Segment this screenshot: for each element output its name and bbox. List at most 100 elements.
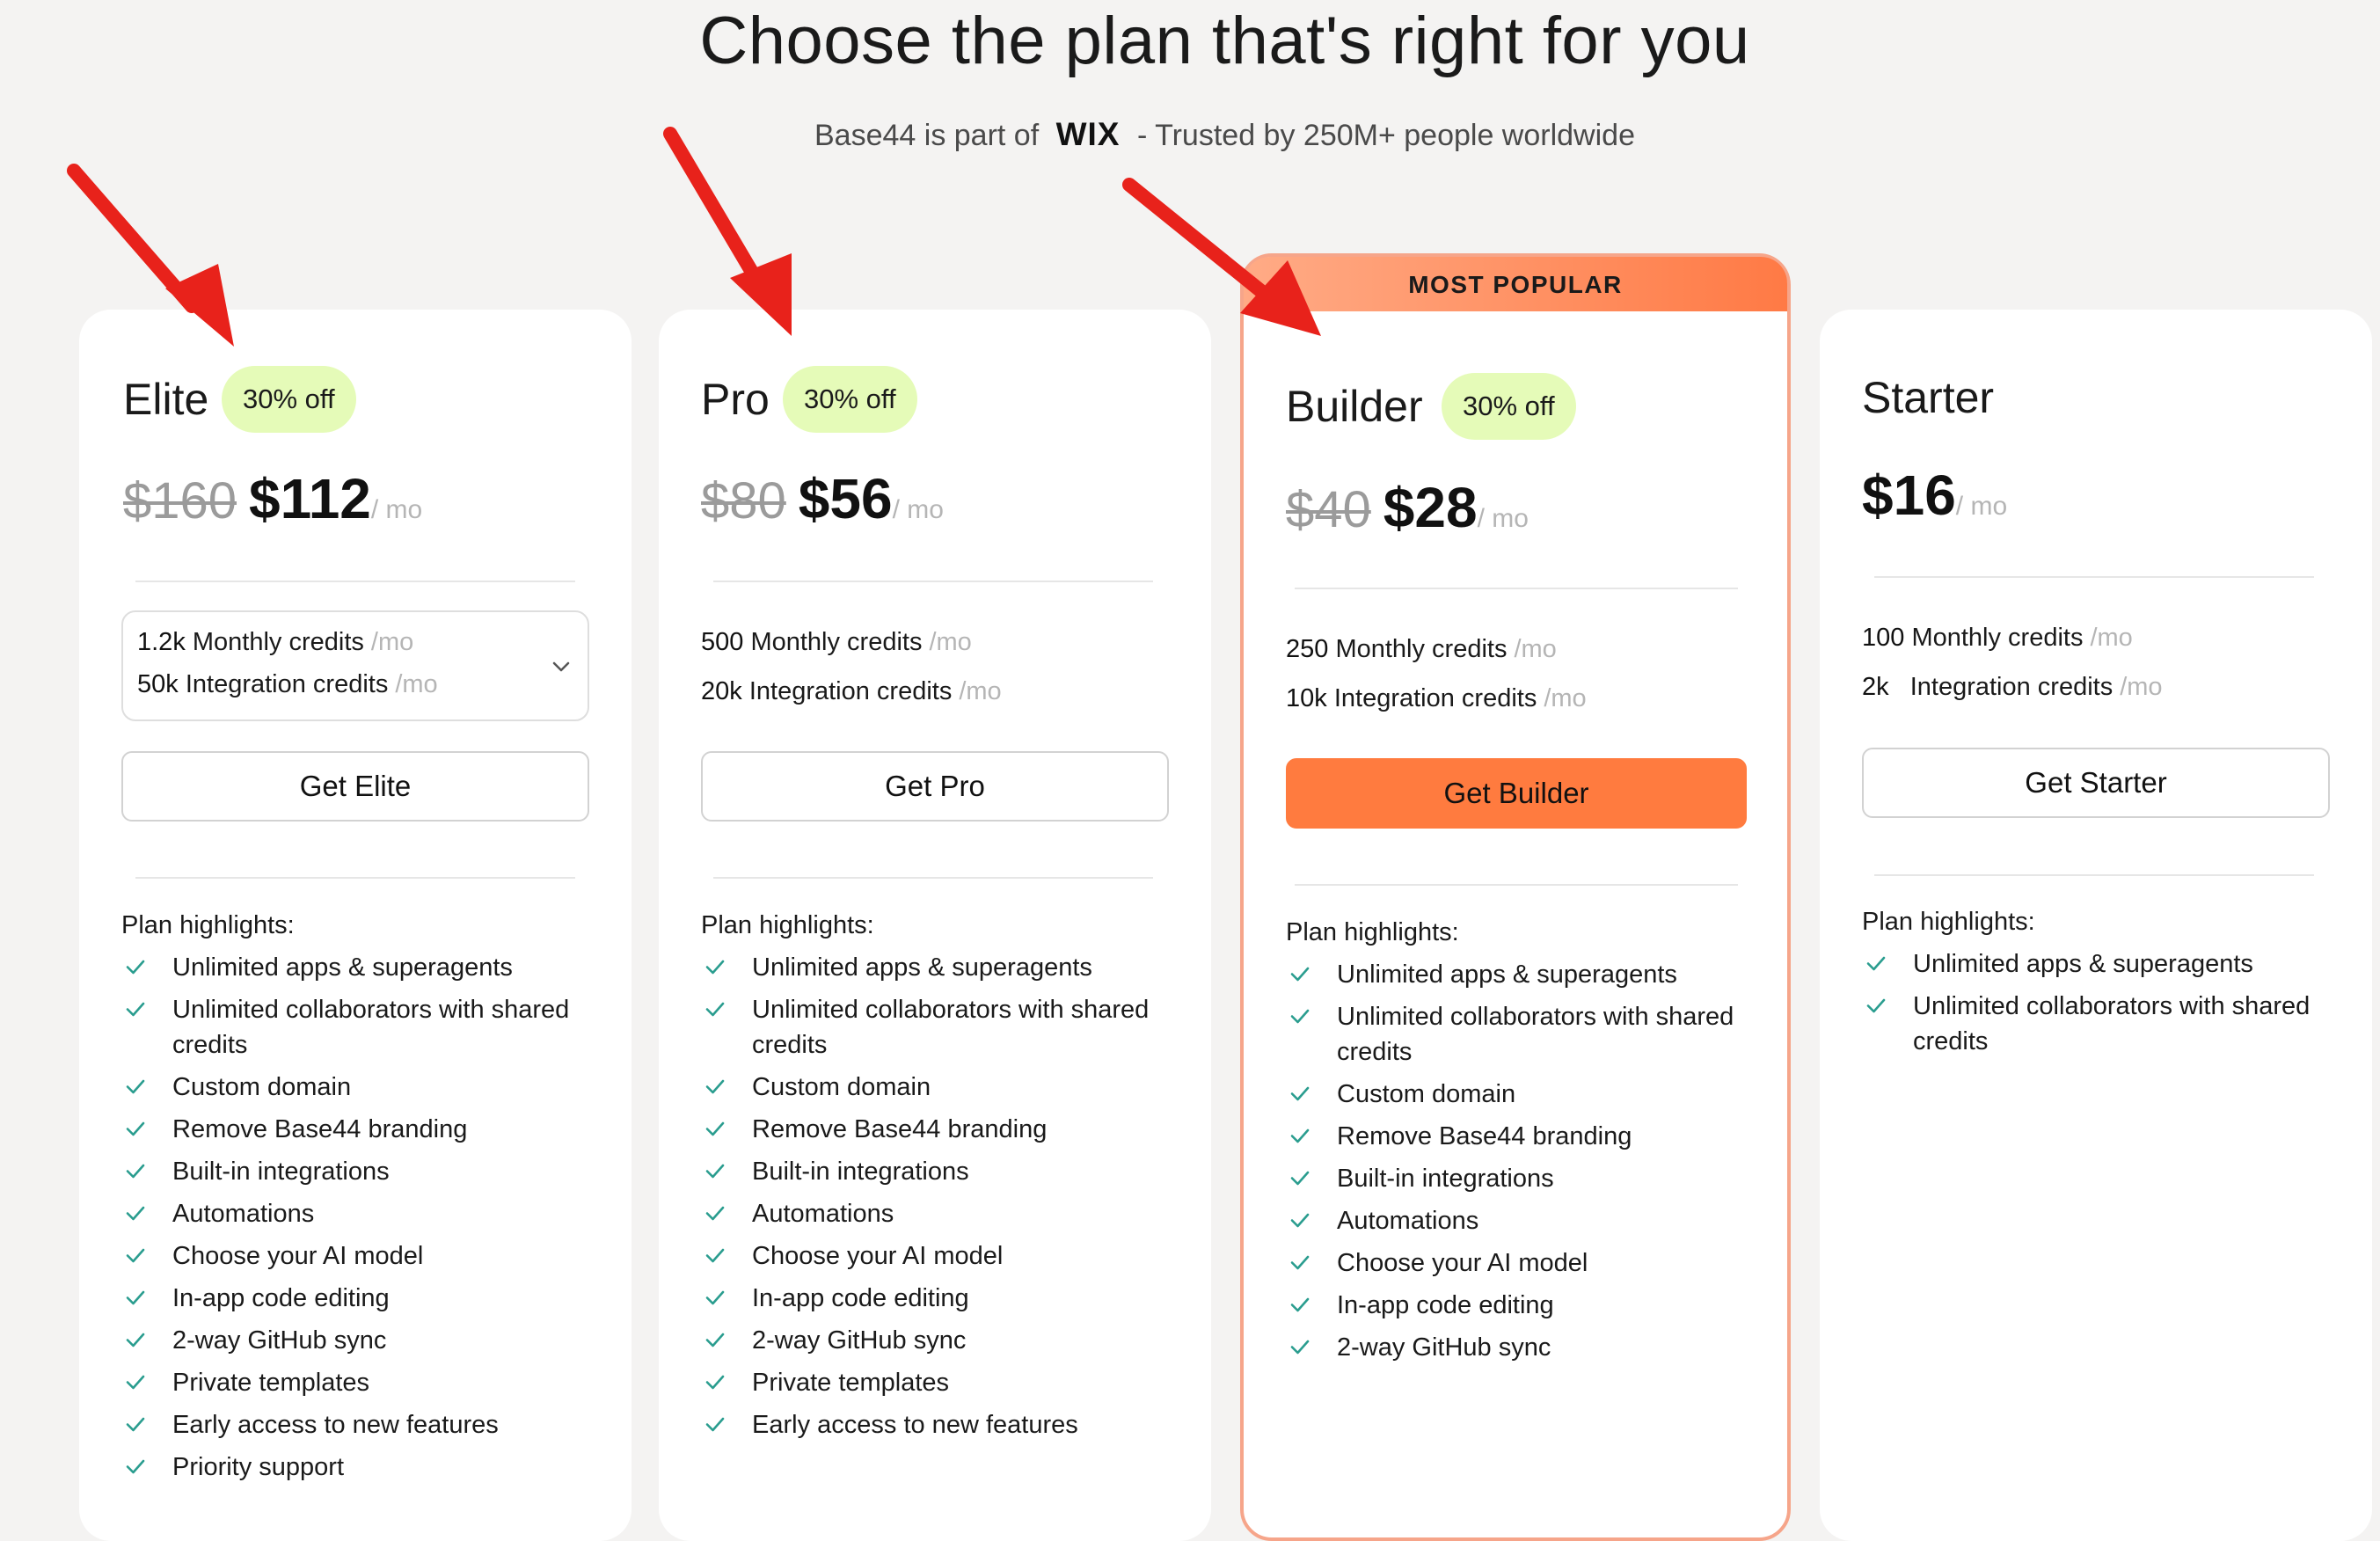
- feature-label: Built-in integrations: [172, 1158, 390, 1186]
- check-icon: [703, 1115, 727, 1140]
- price-row: $160 $112/ mo: [123, 468, 422, 545]
- subtitle-suffix: - Trusted by 250M+ people worldwide: [1136, 119, 1635, 152]
- price-period: / mo: [1477, 504, 1529, 533]
- check-icon: [703, 1284, 727, 1309]
- current-price: $112: [249, 467, 371, 530]
- divider: [713, 877, 1153, 879]
- page-title: Choose the plan that's right for you: [699, 4, 1750, 78]
- feature-label: 2-way GitHub sync: [752, 1326, 967, 1355]
- feature-label: credits: [1337, 1038, 1413, 1066]
- credit-line-integration: 50k Integration credits/mo: [137, 667, 438, 702]
- plan-name: Pro: [701, 375, 770, 424]
- get-elite-button[interactable]: Get Elite: [121, 751, 589, 822]
- check-icon: [1288, 1165, 1312, 1189]
- highlights-title: Plan highlights:: [1286, 918, 1459, 946]
- feature-label: Unlimited collaborators with shared: [1913, 992, 2311, 1020]
- feature-label: Automations: [752, 1200, 894, 1228]
- credit-amount: 20k: [701, 677, 742, 705]
- old-price: $80: [701, 472, 786, 529]
- discount-badge: 30% off: [222, 366, 356, 433]
- credit-period: /mo: [2090, 624, 2133, 652]
- credits-selector[interactable]: 1.2k Monthly credits/mo 50k Integration …: [121, 610, 589, 721]
- feature-label: Unlimited collaborators with shared: [752, 996, 1150, 1024]
- feature-label: Custom domain: [752, 1073, 931, 1101]
- check-icon: [1288, 1249, 1312, 1274]
- plan-card-starter: Starter $16/ mo 100 Monthly credits/mo 2…: [1820, 310, 2372, 1541]
- feature-label: In-app code editing: [752, 1284, 969, 1312]
- check-icon: [123, 1453, 148, 1478]
- check-icon: [703, 1158, 727, 1182]
- credit-line-integration: 10k Integration credits/mo: [1286, 681, 1587, 716]
- check-icon: [123, 1369, 148, 1393]
- check-icon: [123, 1326, 148, 1351]
- feature-label: Early access to new features: [172, 1411, 499, 1439]
- credit-label: Monthly credits: [192, 628, 364, 656]
- divider: [1874, 576, 2314, 578]
- feature-label: 2-way GitHub sync: [172, 1326, 387, 1355]
- feature-label: Choose your AI model: [1337, 1249, 1588, 1277]
- check-icon: [703, 1369, 727, 1393]
- highlights-title: Plan highlights:: [1862, 908, 2035, 936]
- check-icon: [123, 953, 148, 978]
- check-icon: [1288, 1003, 1312, 1027]
- credit-label: Monthly credits: [1335, 635, 1508, 663]
- annotation-arrow-icon: [663, 127, 792, 336]
- feature-label: Automations: [1337, 1207, 1479, 1235]
- feature-label: Remove Base44 branding: [752, 1115, 1048, 1143]
- divider: [1295, 588, 1738, 589]
- feature-label: credits: [172, 1031, 248, 1059]
- check-icon: [123, 1158, 148, 1182]
- credit-amount: 1.2k: [137, 628, 186, 656]
- check-icon: [123, 1073, 148, 1098]
- credit-amount: 50k: [137, 670, 179, 698]
- credit-period: /mo: [370, 628, 414, 656]
- feature-label: Unlimited collaborators with shared: [172, 996, 570, 1024]
- feature-label: 2-way GitHub sync: [1337, 1333, 1551, 1362]
- current-price: $16: [1862, 464, 1956, 527]
- discount-badge: 30% off: [783, 366, 917, 433]
- credit-amount: 100: [1862, 624, 1905, 652]
- check-icon: [703, 1200, 727, 1224]
- feature-label: Unlimited collaborators with shared: [1337, 1003, 1734, 1031]
- get-builder-button[interactable]: Get Builder: [1286, 758, 1747, 829]
- divider: [135, 877, 575, 879]
- check-icon: [123, 1115, 148, 1140]
- feature-label: Early access to new features: [752, 1411, 1078, 1439]
- plan-name: Elite: [123, 375, 209, 424]
- credit-period: /mo: [395, 670, 438, 698]
- plan-card-elite: Elite 30% off $160 $112/ mo 1.2k Monthly …: [79, 310, 632, 1541]
- current-price: $28: [1383, 476, 1478, 539]
- get-starter-button[interactable]: Get Starter: [1862, 748, 2330, 818]
- check-icon: [123, 1242, 148, 1267]
- current-price: $56: [798, 467, 893, 530]
- check-icon: [703, 953, 727, 978]
- check-icon: [1288, 960, 1312, 985]
- price-period: / mo: [892, 495, 944, 524]
- divider: [713, 581, 1153, 582]
- credit-period: /mo: [1514, 635, 1557, 663]
- credit-line-integration: 2k Integration credits/mo: [1862, 669, 2163, 705]
- price-row: $80 $56/ mo: [701, 468, 944, 545]
- old-price: $160: [123, 472, 237, 529]
- feature-label: credits: [1913, 1027, 1989, 1055]
- check-icon: [1864, 950, 1888, 975]
- credit-label: Integration credits: [1909, 673, 2114, 701]
- check-icon: [1288, 1080, 1312, 1105]
- price-row: $16/ mo: [1862, 464, 2007, 542]
- credit-line-monthly: 250 Monthly credits/mo: [1286, 632, 1557, 667]
- chevron-down-icon[interactable]: [549, 654, 573, 679]
- check-icon: [1288, 1207, 1312, 1231]
- credit-line-integration: 20k Integration credits/mo: [701, 674, 1002, 709]
- feature-label: Built-in integrations: [752, 1158, 969, 1186]
- feature-label: Private templates: [752, 1369, 950, 1397]
- price-period: / mo: [1955, 492, 2008, 521]
- credit-period: /mo: [929, 628, 972, 656]
- check-icon: [1288, 1122, 1312, 1147]
- credit-label: Integration credits: [748, 677, 953, 705]
- get-pro-button[interactable]: Get Pro: [701, 751, 1169, 822]
- check-icon: [703, 1073, 727, 1098]
- credit-label: Monthly credits: [1911, 624, 2084, 652]
- feature-label: Custom domain: [172, 1073, 352, 1101]
- credit-line-monthly: 100 Monthly credits/mo: [1862, 620, 2133, 655]
- check-icon: [123, 1411, 148, 1435]
